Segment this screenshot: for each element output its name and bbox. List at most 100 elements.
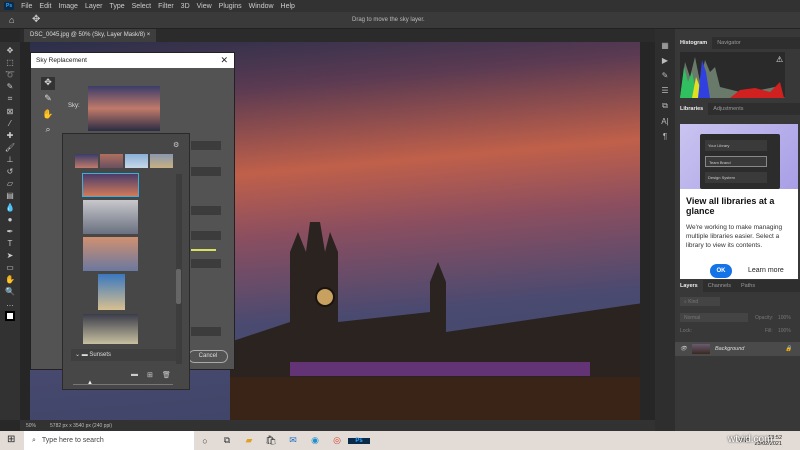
quick-select-icon[interactable]: ✎: [7, 82, 14, 91]
menu-type[interactable]: Type: [109, 3, 124, 10]
stamp-tool-icon[interactable]: ⊥: [7, 155, 14, 164]
menu-3d[interactable]: 3D: [181, 3, 190, 10]
properties-icon[interactable]: ☰: [661, 86, 668, 95]
cancel-button[interactable]: Cancel: [188, 350, 228, 363]
scrollbar[interactable]: [176, 174, 182, 364]
copy-icon[interactable]: ⧉: [662, 101, 668, 111]
lasso-tool-icon[interactable]: ➰: [5, 70, 15, 79]
document-tab[interactable]: DSC_0045.jpg @ 50% (Sky, Layer Mask/8) ×: [24, 29, 157, 42]
move-sky-tool-icon[interactable]: ✥: [41, 77, 55, 90]
sky-preset[interactable]: [83, 237, 138, 271]
mail-icon[interactable]: ✉: [282, 435, 304, 446]
output-select[interactable]: [191, 327, 221, 336]
brush-icon[interactable]: ✎: [662, 71, 669, 80]
layer-filter-input[interactable]: ⌕ Kind: [680, 297, 720, 306]
folder-sunsets[interactable]: ⌄ ▬ Sunsets: [71, 349, 176, 361]
learn-more-link[interactable]: Learn more: [748, 267, 784, 274]
marquee-tool-icon[interactable]: ⬚: [6, 58, 14, 67]
task-view-icon[interactable]: ⧉: [216, 435, 238, 446]
tab-paths[interactable]: Paths: [736, 280, 760, 292]
sky-preset[interactable]: [98, 274, 125, 310]
setting-field[interactable]: [191, 167, 221, 176]
character-icon[interactable]: A|: [661, 117, 668, 126]
tab-libraries[interactable]: Libraries: [675, 103, 709, 115]
cortana-icon[interactable]: ○: [194, 436, 216, 446]
sky-preset-picker[interactable]: [88, 86, 160, 131]
gradient-tool-icon[interactable]: ▤: [6, 191, 14, 200]
crop-tool-icon[interactable]: ⌗: [8, 94, 13, 104]
pen-tool-icon[interactable]: ✒: [7, 227, 14, 236]
menu-layer[interactable]: Layer: [85, 3, 103, 10]
play-icon[interactable]: ▶: [662, 56, 668, 65]
menu-window[interactable]: Window: [249, 3, 274, 10]
move-tool-icon[interactable]: ✥: [7, 46, 14, 55]
sky-brush-icon[interactable]: ✎: [41, 93, 55, 106]
chrome-icon[interactable]: ◎: [326, 435, 348, 446]
tab-histogram[interactable]: Histogram: [675, 37, 713, 49]
close-icon[interactable]: ×: [147, 32, 151, 38]
setting-field[interactable]: [191, 206, 221, 215]
home-icon[interactable]: ⌂: [9, 15, 14, 25]
move-tool-icon[interactable]: ✥: [32, 14, 40, 25]
slider-handle[interactable]: ▲: [87, 380, 93, 386]
color-swatches[interactable]: [5, 311, 15, 321]
history-icon[interactable]: ▦: [661, 41, 669, 50]
tab-channels[interactable]: Channels: [703, 280, 736, 292]
tab-adjustments[interactable]: Adjustments: [708, 103, 748, 115]
close-icon[interactable]: ✕: [220, 55, 228, 66]
more-tools-icon[interactable]: …: [6, 299, 14, 308]
hand-tool-icon[interactable]: ✋: [5, 275, 15, 284]
tab-layers[interactable]: Layers: [675, 280, 703, 292]
shape-tool-icon[interactable]: ▭: [6, 263, 14, 272]
blur-tool-icon[interactable]: 💧: [5, 203, 15, 212]
recent-sky-thumb[interactable]: [100, 154, 123, 168]
hand-tool-icon[interactable]: ✋: [41, 109, 55, 122]
menu-edit[interactable]: Edit: [39, 3, 51, 10]
healing-brush-icon[interactable]: ✚: [7, 131, 14, 140]
menu-filter[interactable]: Filter: [158, 3, 174, 10]
setting-field[interactable]: [191, 259, 221, 268]
windows-start-icon[interactable]: ⊞: [7, 434, 15, 445]
edge-icon[interactable]: ◉: [304, 435, 326, 446]
eraser-icon[interactable]: ▱: [7, 179, 13, 188]
eyedropper-icon[interactable]: ⁄: [9, 119, 10, 128]
frame-tool-icon[interactable]: ⊠: [7, 107, 14, 116]
zoom-tool-icon[interactable]: 🔍: [5, 287, 15, 296]
recent-sky-thumb[interactable]: [150, 154, 173, 168]
new-group-icon[interactable]: ▬: [131, 371, 138, 378]
color-slider[interactable]: [191, 249, 216, 251]
file-explorer-icon[interactable]: ▰: [238, 435, 260, 446]
menu-help[interactable]: Help: [281, 3, 295, 10]
menu-image[interactable]: Image: [58, 3, 77, 10]
blend-mode-select[interactable]: Normal: [680, 313, 748, 322]
tab-navigator[interactable]: Navigator: [712, 37, 746, 49]
trash-icon[interactable]: 🗑: [162, 371, 171, 379]
sky-preset[interactable]: [83, 200, 138, 234]
scrollbar-thumb[interactable]: [176, 269, 181, 304]
taskbar-search[interactable]: ⌕ Type here to search: [24, 431, 194, 450]
zoom-tool-icon[interactable]: ⌕: [41, 124, 55, 137]
ok-button[interactable]: OK: [710, 264, 732, 278]
recent-sky-thumb[interactable]: [125, 154, 148, 168]
photoshop-taskbar-icon[interactable]: Ps: [348, 437, 370, 444]
setting-field[interactable]: [191, 141, 221, 150]
menu-select[interactable]: Select: [132, 3, 151, 10]
type-tool-icon[interactable]: T: [8, 239, 13, 248]
sky-preset[interactable]: [83, 314, 138, 344]
visibility-eye-icon[interactable]: 👁: [680, 346, 687, 352]
add-preset-icon[interactable]: ⊞: [147, 371, 153, 379]
menu-plugins[interactable]: Plugins: [219, 3, 242, 10]
path-select-icon[interactable]: ➤: [7, 251, 14, 260]
dodge-tool-icon[interactable]: ●: [8, 215, 13, 224]
recent-sky-thumb[interactable]: [75, 154, 98, 168]
gear-icon[interactable]: ⚙: [173, 141, 179, 149]
opacity-value[interactable]: 100%: [778, 315, 791, 321]
menu-view[interactable]: View: [197, 3, 212, 10]
brush-tool-icon[interactable]: 🖌: [5, 143, 15, 152]
zoom-level[interactable]: 50%: [26, 423, 36, 429]
store-icon[interactable]: 🛍: [260, 435, 282, 446]
paragraph-icon[interactable]: ¶: [663, 132, 667, 141]
layer-row[interactable]: 👁 Background 🔒: [675, 342, 800, 356]
setting-field[interactable]: [191, 231, 221, 240]
fill-value[interactable]: 100%: [778, 328, 791, 334]
